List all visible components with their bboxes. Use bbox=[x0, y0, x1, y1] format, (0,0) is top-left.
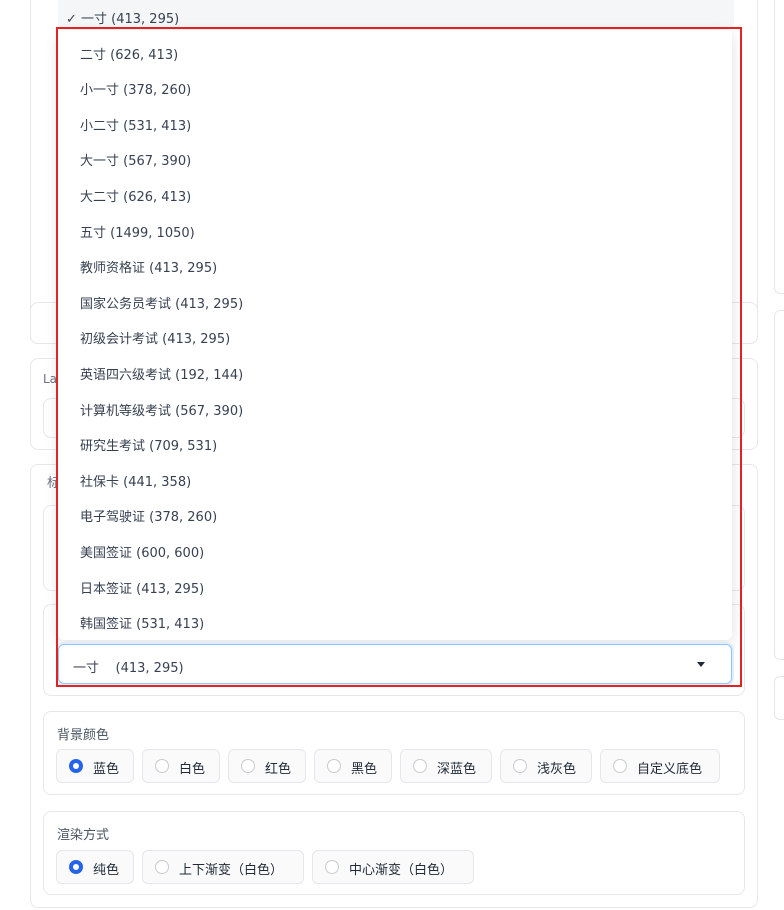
background-color-label: 背景颜色 bbox=[57, 728, 110, 743]
bg-option-red[interactable]: 红色 bbox=[228, 749, 306, 783]
size-option[interactable]: 日本签证 (413, 295) bbox=[80, 582, 204, 598]
radio-checked-icon bbox=[69, 860, 83, 874]
size-option[interactable]: 小二寸 (531, 413) bbox=[80, 119, 191, 135]
radio-checked-icon bbox=[69, 759, 83, 773]
radio-icon bbox=[413, 759, 427, 773]
size-option[interactable]: 小一寸 (378, 260) bbox=[80, 83, 191, 99]
size-option[interactable]: 英语四六级考试 (192, 144) bbox=[80, 368, 243, 384]
size-option[interactable]: 电子驾驶证 (378, 260) bbox=[80, 510, 217, 526]
bg-option-light-gray[interactable]: 浅灰色 bbox=[500, 749, 592, 783]
radio-icon bbox=[325, 860, 339, 874]
radio-icon bbox=[241, 759, 255, 773]
radio-icon bbox=[613, 759, 627, 773]
size-select[interactable]: 一寸 (413, 295) bbox=[58, 644, 732, 684]
size-option[interactable]: 社保卡 (441, 358) bbox=[80, 475, 191, 491]
layout-label: La bbox=[43, 372, 58, 386]
size-select-value: 一寸 (413, 295) bbox=[73, 661, 184, 676]
size-option[interactable]: 国家公务员考试 (413, 295) bbox=[80, 297, 243, 313]
size-option[interactable]: 五寸 (1499, 1050) bbox=[80, 226, 195, 242]
size-option[interactable]: 大二寸 (626, 413) bbox=[80, 190, 191, 206]
selected-option-label: ✓ 一寸 (413, 295) bbox=[66, 12, 180, 27]
render-option-center-gradient[interactable]: 中心渐变（白色） bbox=[312, 850, 474, 884]
size-option[interactable]: 美国签证 (600, 600) bbox=[80, 546, 204, 562]
size-option[interactable]: 初级会计考试 (413, 295) bbox=[80, 332, 230, 348]
right-column-bottom bbox=[774, 676, 784, 720]
right-column-mid bbox=[774, 310, 784, 660]
bg-option-white[interactable]: 白色 bbox=[142, 749, 220, 783]
radio-icon bbox=[327, 759, 341, 773]
size-dropdown-list: 二寸 (626, 413) 小一寸 (378, 260) 小二寸 (531, 4… bbox=[58, 30, 732, 640]
render-option-vertical-gradient[interactable]: 上下渐变（白色） bbox=[142, 850, 304, 884]
size-option[interactable]: 韩国签证 (531, 413) bbox=[80, 617, 204, 633]
right-column-top bbox=[774, 0, 784, 294]
size-option[interactable]: 大一寸 (567, 390) bbox=[80, 154, 191, 170]
bg-option-black[interactable]: 黑色 bbox=[314, 749, 392, 783]
size-option[interactable]: 教师资格证 (413, 295) bbox=[80, 261, 217, 277]
bg-option-dark-blue[interactable]: 深蓝色 bbox=[400, 749, 492, 783]
size-option[interactable]: 研究生考试 (709, 531) bbox=[80, 439, 217, 455]
radio-icon bbox=[155, 860, 169, 874]
bg-option-custom[interactable]: 自定义底色 bbox=[600, 749, 720, 783]
size-option[interactable]: 二寸 (626, 413) bbox=[80, 48, 178, 64]
size-option[interactable]: 计算机等级考试 (567, 390) bbox=[80, 404, 243, 420]
render-method-label: 渲染方式 bbox=[57, 828, 110, 843]
radio-icon bbox=[513, 759, 527, 773]
radio-icon bbox=[155, 759, 169, 773]
render-option-solid[interactable]: 纯色 bbox=[56, 850, 134, 884]
selected-option[interactable]: ✓ 一寸 (413, 295) bbox=[58, 0, 734, 30]
chevron-down-icon[interactable] bbox=[697, 662, 705, 667]
bg-option-blue[interactable]: 蓝色 bbox=[56, 749, 134, 783]
